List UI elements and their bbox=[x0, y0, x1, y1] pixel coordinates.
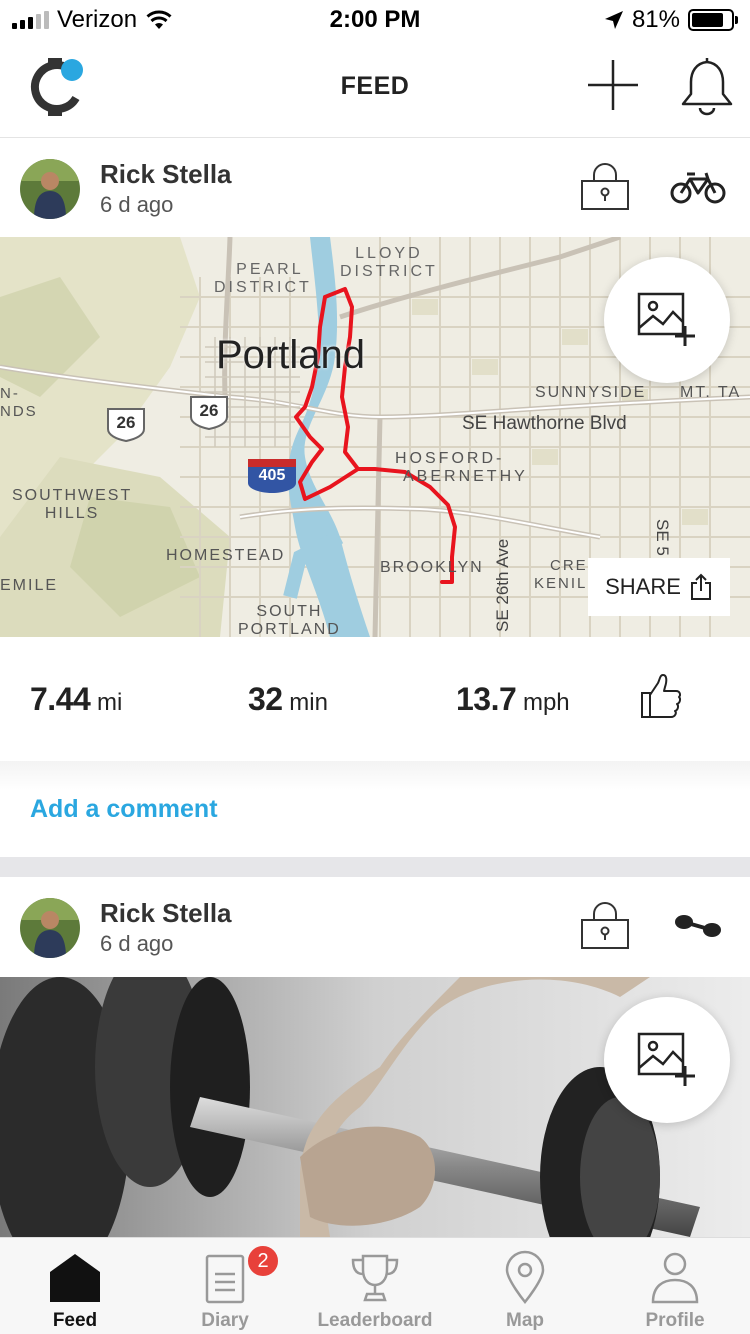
map-label-brooklyn: BROOKLYN bbox=[380, 559, 484, 576]
profile-icon bbox=[651, 1252, 699, 1304]
dumbbell-icon bbox=[675, 915, 721, 937]
post-header: Rick Stella 6 d ago bbox=[0, 139, 750, 237]
share-label: SHARE bbox=[605, 574, 681, 599]
status-bar: Verizon 2:00 PM 81% bbox=[0, 0, 750, 40]
lock-icon[interactable] bbox=[580, 161, 630, 211]
map-label-hosford: HOSFORD- ABERNETHY bbox=[395, 450, 528, 485]
map-label-lloyd: LLOYD DISTRICT bbox=[340, 245, 438, 280]
stat-duration-value: 32 bbox=[248, 681, 283, 717]
thumbs-up-icon[interactable] bbox=[640, 673, 682, 719]
map-label-se-5: SE 5 bbox=[653, 519, 672, 556]
map-label-emile: EMILE bbox=[0, 577, 59, 594]
map-label-homestead: HOMESTEAD bbox=[166, 547, 286, 564]
hwy-26-label-a: 26 bbox=[116, 413, 136, 432]
user-name[interactable]: Rick Stella bbox=[100, 898, 232, 929]
user-name[interactable]: Rick Stella bbox=[100, 159, 232, 190]
map-label-south-portland: SOUTH PORTLAND bbox=[238, 603, 341, 637]
stat-speed-unit: mph bbox=[522, 689, 570, 716]
post-header: Rick Stella 6 d ago bbox=[0, 878, 750, 976]
tab-map[interactable]: Map bbox=[450, 1238, 600, 1334]
map-label-southwest-hills: SOUTHWEST HILLS bbox=[12, 487, 133, 522]
bicycle-icon bbox=[670, 172, 726, 204]
tab-diary[interactable]: 2 Diary bbox=[150, 1238, 300, 1334]
add-photo-button[interactable] bbox=[604, 257, 730, 383]
stat-duration: 32 min bbox=[248, 681, 328, 718]
avatar[interactable] bbox=[20, 159, 80, 219]
add-photo-icon bbox=[637, 1032, 695, 1086]
activity-stats: 7.44 mi 32 min 13.7 mph bbox=[0, 637, 750, 761]
map-label-hawthorne: SE Hawthorne Blvd bbox=[462, 413, 627, 434]
battery-icon bbox=[688, 9, 738, 31]
post-time: 6 d ago bbox=[100, 931, 174, 956]
tab-leaderboard-label: Leaderboard bbox=[317, 1310, 433, 1331]
tab-profile-label: Profile bbox=[645, 1310, 705, 1331]
plus-icon[interactable] bbox=[586, 58, 640, 112]
avatar[interactable] bbox=[20, 898, 80, 958]
tab-profile[interactable]: Profile bbox=[600, 1238, 750, 1334]
map-label-mt-tabor: MT. TA bbox=[680, 384, 742, 401]
map-label-se-26th: SE 26th Ave bbox=[493, 538, 512, 632]
comment-row: Add a comment bbox=[0, 761, 750, 857]
stat-speed-value: 13.7 bbox=[456, 681, 517, 717]
stat-distance-unit: mi bbox=[96, 689, 123, 716]
hwy-26-label-b: 26 bbox=[199, 401, 219, 420]
post-separator bbox=[0, 857, 750, 877]
diary-badge: 2 bbox=[246, 1244, 280, 1278]
share-icon bbox=[690, 573, 711, 600]
add-comment-link[interactable]: Add a comment bbox=[30, 795, 218, 824]
share-button[interactable]: SHARE bbox=[588, 558, 730, 616]
tab-map-label: Map bbox=[506, 1310, 544, 1331]
map-label-pearl: PEARL DISTRICT bbox=[214, 261, 312, 296]
location-arrow-icon bbox=[604, 11, 623, 29]
map-pin-icon bbox=[505, 1250, 545, 1304]
trophy-icon bbox=[351, 1254, 399, 1302]
i405-label: 405 bbox=[258, 467, 286, 484]
tab-bar: Feed 2 Diary Leaderboard Map Profile bbox=[0, 1237, 750, 1334]
post-time: 6 d ago bbox=[100, 192, 174, 217]
bell-icon[interactable] bbox=[678, 54, 736, 116]
tab-feed[interactable]: Feed bbox=[0, 1238, 150, 1334]
home-icon bbox=[50, 1254, 100, 1302]
app-header: FEED bbox=[0, 40, 750, 138]
status-right-group: 81% bbox=[604, 6, 738, 34]
stat-distance: 7.44 mi bbox=[30, 681, 122, 718]
add-photo-icon bbox=[637, 292, 695, 346]
lock-icon[interactable] bbox=[580, 900, 630, 950]
tab-feed-label: Feed bbox=[52, 1310, 98, 1331]
battery-percent: 81% bbox=[631, 6, 680, 33]
map-label-nds: N- NDS bbox=[0, 385, 38, 420]
tab-diary-label: Diary bbox=[201, 1310, 249, 1331]
stat-speed: 13.7 mph bbox=[456, 681, 570, 718]
stat-duration-unit: min bbox=[289, 689, 328, 716]
map-label-sunnyside: SUNNYSIDE bbox=[535, 384, 647, 401]
tab-leaderboard[interactable]: Leaderboard bbox=[300, 1238, 450, 1334]
add-photo-button[interactable] bbox=[604, 997, 730, 1123]
map-label-city: Portland bbox=[216, 333, 365, 377]
stat-distance-value: 7.44 bbox=[30, 681, 91, 717]
